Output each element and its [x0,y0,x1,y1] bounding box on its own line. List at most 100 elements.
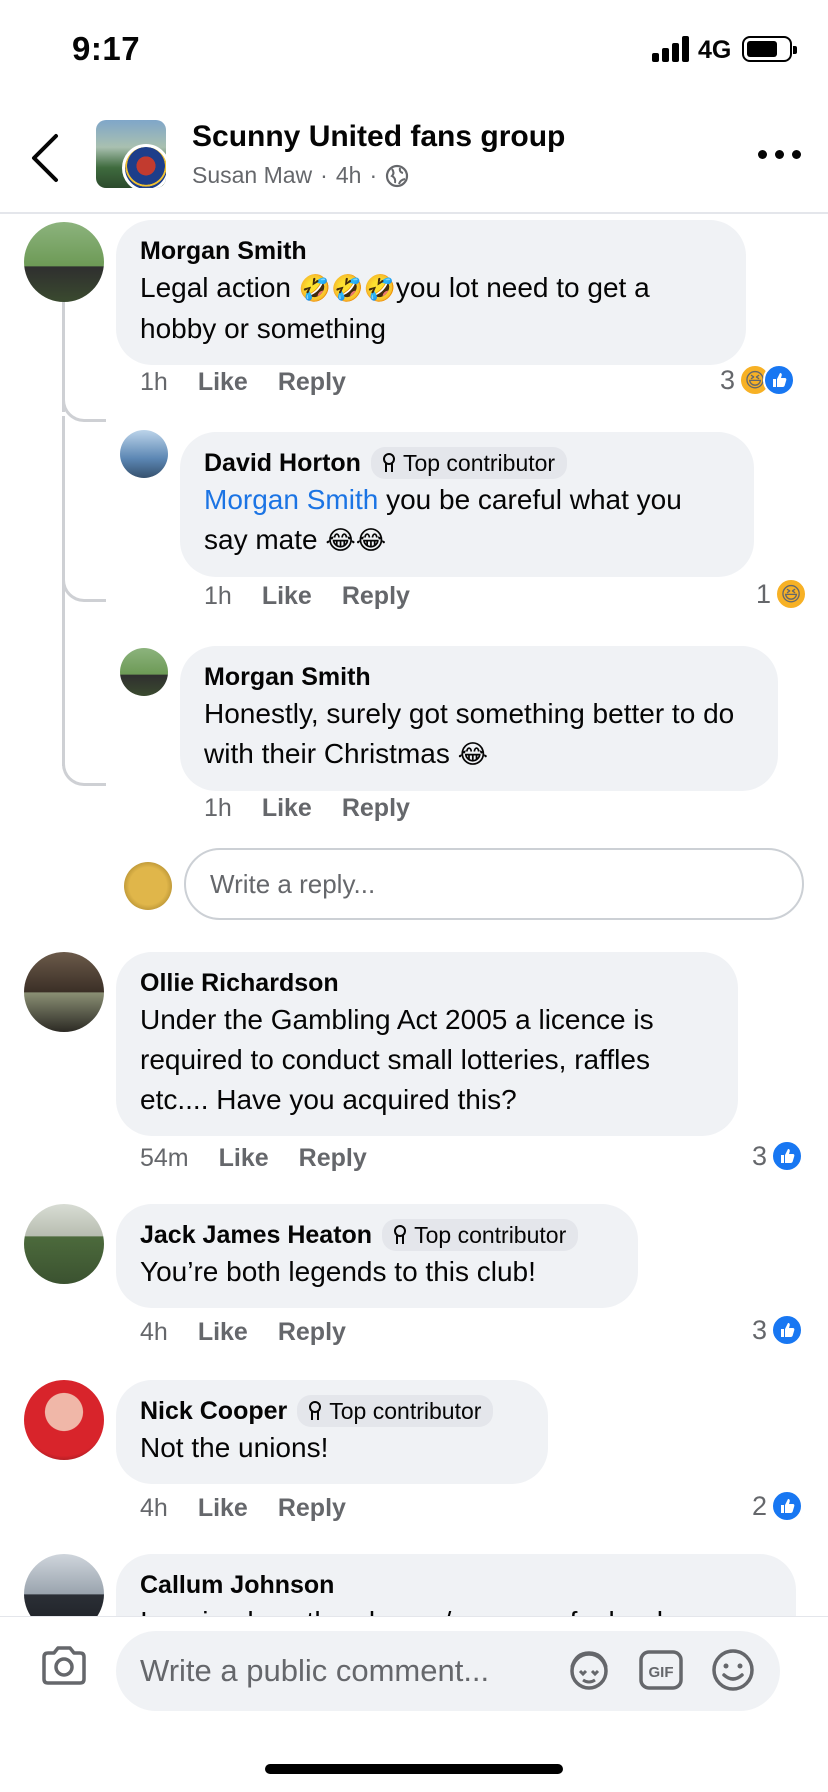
commenter-name[interactable]: David Horton [204,446,361,480]
status-bar: 9:17 4G [0,0,828,96]
reply-button[interactable]: Reply [278,1318,346,1347]
meta-separator: · [320,162,328,188]
battery-icon [742,36,797,62]
commenter-name[interactable]: Morgan Smith [140,234,722,268]
commenter-name[interactable]: Morgan Smith [204,660,754,694]
comment-time: 1h [140,368,168,396]
comment-actions: 4h Like Reply [140,1494,346,1523]
gif-label: GIF [649,1664,674,1681]
comments-feed[interactable]: Morgan Smith Legal action 🤣🤣🤣you lot nee… [0,216,828,1616]
comment-text: You’re both legends to this club! [140,1256,536,1287]
comment-bubble[interactable]: Callum Johnson Imagine how the players/m… [116,1554,796,1616]
chevron-left-icon [32,134,58,182]
like-button[interactable]: Like [219,1144,269,1173]
cellular-signal-icon [652,36,692,62]
thread-connector [62,576,106,602]
commenter-name[interactable]: Callum Johnson [140,1568,772,1602]
comment-bubble[interactable]: Nick Cooper Top contributor Not the union… [116,1380,548,1484]
avatar[interactable] [24,1380,104,1460]
comment-actions: 1h Like Reply [204,794,410,823]
reaction-summary[interactable]: 3 😆 [720,364,796,396]
avatar[interactable] [120,648,168,696]
comment-time: 4h [140,1318,168,1346]
comment-time: 54m [140,1144,189,1172]
joy-emoji: 😂 [457,740,489,770]
comment-actions: 1h Like Reply [204,582,410,611]
reply-button[interactable]: Reply [342,582,410,611]
award-ribbon-icon [307,1401,323,1421]
like-reaction-icon [771,1314,804,1346]
reply-button[interactable]: Reply [342,794,410,823]
reaction-summary[interactable]: 2 [752,1490,804,1522]
like-button[interactable]: Like [262,794,312,823]
reaction-count: 2 [752,1490,768,1521]
reply-input[interactable]: Write a reply... [184,848,804,920]
back-button[interactable] [26,132,66,184]
reaction-count: 3 [752,1314,768,1345]
like-button[interactable]: Like [198,1318,248,1347]
comment-time: 1h [204,794,232,822]
comment-bubble[interactable]: Ollie Richardson Under the Gambling Act … [116,952,738,1136]
award-ribbon-icon [381,453,397,473]
haha-reaction-icon: 😆 [775,578,808,610]
reaction-summary[interactable]: 1 😆 [756,578,808,610]
commenter-name[interactable]: Jack James Heaton [140,1218,372,1252]
avatar[interactable] [24,952,104,1032]
reaction-summary[interactable]: 3 [752,1314,804,1346]
comment-time: 4h [140,1494,168,1522]
reaction-count: 1 [756,578,772,609]
post-author[interactable]: Susan Maw [192,162,312,189]
comment-text: Imagine how the players/manager feels wh… [140,1602,772,1616]
comment-text: Legal action 🤣🤣🤣you lot need to get a ho… [140,272,650,344]
camera-button[interactable] [40,1645,88,1687]
mention-link[interactable]: Morgan Smith [204,484,378,515]
status-time: 9:17 [72,30,141,67]
globe-icon [386,164,409,187]
like-button[interactable]: Like [262,582,312,611]
thread-connector [62,746,106,786]
avatar[interactable] [24,222,104,302]
thread-line [62,416,65,596]
avatar-sticker-button[interactable] [566,1647,612,1693]
comment-bubble[interactable]: Morgan Smith Honestly, surely got someth… [180,646,778,791]
avatar[interactable] [120,430,168,478]
like-reaction-icon [771,1490,804,1522]
home-indicator[interactable] [265,1764,563,1774]
comment-actions: 1h Like Reply [140,368,346,397]
emoji-button[interactable] [710,1647,756,1693]
reaction-count: 3 [752,1140,768,1171]
comment-actions: 4h Like Reply [140,1318,346,1347]
comment-bubble[interactable]: Jack James Heaton Top contributor You’re … [116,1204,638,1308]
comment-time: 1h [204,582,232,610]
camera-icon [42,1646,86,1685]
commenter-name[interactable]: Nick Cooper [140,1394,287,1428]
more-options-button[interactable] [758,150,802,162]
commenter-name[interactable]: Ollie Richardson [140,966,714,1000]
post-time[interactable]: 4h [336,162,362,189]
award-ribbon-icon [392,1225,408,1245]
reaction-summary[interactable]: 3 [752,1140,804,1172]
reaction-count: 3 [720,364,736,395]
comment-text: Honestly, surely got something better to… [204,698,735,770]
top-contributor-badge: Top contributor [370,447,568,479]
group-name[interactable]: Scunny United fans group [192,120,565,154]
group-thumbnail[interactable] [96,120,166,188]
comment-actions: 54m Like Reply [140,1144,367,1173]
avatar[interactable] [24,1554,104,1616]
comment-text: Morgan Smith you be careful what you say… [204,484,682,556]
current-user-avatar [124,862,172,910]
reply-button[interactable]: Reply [278,1494,346,1523]
avatar[interactable] [24,1204,104,1284]
comment-bubble[interactable]: David Horton Top contributor Morgan Smith… [180,432,754,577]
reply-button[interactable]: Reply [299,1144,367,1173]
like-button[interactable]: Like [198,368,248,397]
thread-connector [62,396,106,422]
like-button[interactable]: Like [198,1494,248,1523]
meta-separator: · [369,162,378,188]
gif-button[interactable]: GIF [638,1647,684,1693]
avatar-sticker-icon [570,1651,608,1690]
rofl-emoji: 🤣🤣🤣 [298,274,396,304]
reply-button[interactable]: Reply [278,368,346,397]
comment-bubble[interactable]: Morgan Smith Legal action 🤣🤣🤣you lot nee… [116,220,746,365]
gif-icon: GIF [639,1650,683,1690]
